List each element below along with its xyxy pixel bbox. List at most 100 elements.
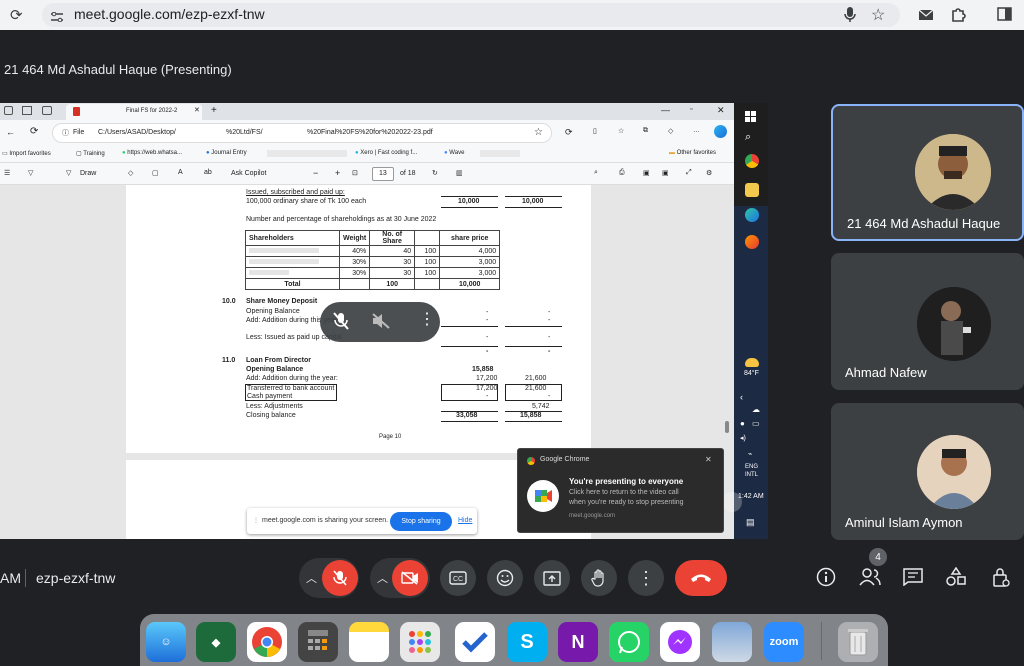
back-icon[interactable]: ← <box>6 127 15 137</box>
windows-start-icon[interactable] <box>745 109 756 127</box>
raise-hand-button[interactable] <box>581 560 617 596</box>
fit-page-icon[interactable]: ⊡ <box>352 169 358 177</box>
bookmark-star-icon[interactable]: ☆ <box>871 5 885 25</box>
camera-toggle-button[interactable] <box>392 560 428 596</box>
zoom-dock-icon[interactable]: zoom <box>764 622 804 662</box>
favorite-item[interactable]: ● Journal Entry <box>206 150 247 156</box>
stop-sharing-button[interactable]: Stop sharing <box>390 512 452 531</box>
taskbar-clock[interactable]: 1:42 AM <box>738 493 764 500</box>
lang-eng[interactable]: ENG <box>745 464 758 470</box>
more-icon[interactable]: … <box>693 127 700 134</box>
taskbar-edge-icon[interactable] <box>745 208 759 222</box>
save-as-icon[interactable]: ▣ <box>662 169 669 177</box>
taskbar-search-icon[interactable]: ⌕ <box>745 131 751 144</box>
zoom-in-button[interactable]: + <box>335 168 340 178</box>
quran-app-icon[interactable]: ◆ <box>196 622 236 662</box>
contents-icon[interactable]: ☰ <box>4 169 10 177</box>
more-options-button[interactable]: ⋮ <box>628 560 664 596</box>
pdf-search-icon[interactable]: ⌕ <box>594 169 598 177</box>
url-text[interactable]: meet.google.com/ezp-ezxf-tnw <box>74 6 265 22</box>
edge-workspaces-icon[interactable] <box>22 106 32 115</box>
activities-icon[interactable] <box>946 566 966 592</box>
collections-icon[interactable]: ⧉ <box>643 127 648 135</box>
chat-icon[interactable] <box>903 568 923 591</box>
meeting-details-icon[interactable] <box>816 567 836 592</box>
save-icon[interactable]: ▣ <box>643 169 650 177</box>
edge-profile-icon[interactable] <box>4 106 13 115</box>
participant-tile[interactable]: 21 464 Md Ashadul Haque <box>831 104 1024 241</box>
todo-icon[interactable] <box>455 622 495 662</box>
tab-close-icon[interactable]: ✕ <box>194 106 200 114</box>
participant-tile[interactable]: Aminul Islam Aymon <box>831 403 1024 540</box>
messenger-icon[interactable] <box>660 622 700 662</box>
two-page-icon[interactable]: ▥ <box>456 169 463 177</box>
network-icon[interactable]: ⌁ <box>748 450 752 458</box>
fullscreen-icon[interactable]: ⤢ <box>686 169 692 177</box>
participant-tile[interactable]: Ahmad Nafew <box>831 253 1024 390</box>
onedrive-icon[interactable]: ☁ <box>752 405 760 414</box>
site-settings-icon[interactable] <box>50 9 64 23</box>
skype-icon[interactable]: S <box>507 622 547 662</box>
mic-toggle-button[interactable] <box>322 560 358 596</box>
volume-icon[interactable]: ◂) <box>740 434 746 442</box>
chrome-dock-icon[interactable] <box>247 622 287 662</box>
taskbar-firefox-icon[interactable] <box>745 235 759 249</box>
tray-chevron-icon[interactable]: ‹ <box>740 392 743 402</box>
finder-icon[interactable]: ☺ <box>146 622 186 662</box>
battery-icon[interactable]: ▭ <box>752 419 760 428</box>
speaker-off-icon[interactable] <box>372 313 390 334</box>
audio-options-chevron-icon[interactable]: ︿ <box>306 570 317 586</box>
page-view-icon[interactable]: ▢ <box>152 169 159 177</box>
draw-label[interactable]: Draw <box>80 170 96 177</box>
zoom-magnifier-icon[interactable] <box>722 492 742 512</box>
filter-icon[interactable]: ▽ <box>28 169 33 177</box>
ask-copilot-button[interactable]: Ask Copilot <box>231 170 266 177</box>
print-icon[interactable]: ⎙ <box>619 169 625 177</box>
people-icon[interactable] <box>859 568 881 591</box>
more-options-icon[interactable]: ⋮ <box>419 311 435 329</box>
edge-tab-title[interactable]: Final FS for 2022-2 <box>126 108 177 114</box>
whatsapp-icon[interactable] <box>609 622 649 662</box>
side-panel-icon[interactable] <box>997 7 1012 26</box>
zoom-out-button[interactable]: − <box>313 168 318 178</box>
eraser-icon[interactable]: ◇ <box>128 169 133 177</box>
favorites-icon[interactable]: ☆ <box>618 127 624 135</box>
notifications-icon[interactable]: ▤ <box>746 517 755 528</box>
other-favorites[interactable]: ▬ Other favorites <box>669 150 716 156</box>
hide-link[interactable]: Hide <box>458 517 472 524</box>
mic-off-icon[interactable] <box>333 312 349 335</box>
host-controls-icon[interactable] <box>991 566 1011 593</box>
share-bar-grip-icon[interactable]: ⋮ <box>253 517 259 524</box>
reload-icon[interactable]: ⟳ <box>10 6 23 24</box>
notification-close-icon[interactable]: ✕ <box>705 455 712 464</box>
weather-temp[interactable]: 84°F <box>744 370 759 377</box>
extensions-icon[interactable] <box>950 6 966 27</box>
mail-icon[interactable] <box>918 8 934 26</box>
translate-icon[interactable]: ab <box>204 169 212 176</box>
leave-call-button[interactable] <box>675 560 727 596</box>
video-options-chevron-icon[interactable]: ︿ <box>377 570 388 586</box>
read-aloud-icon[interactable]: A <box>178 169 183 176</box>
reactions-button[interactable] <box>487 560 523 596</box>
edge-reload-icon[interactable]: ⟳ <box>30 126 38 137</box>
notes-icon[interactable] <box>349 622 389 662</box>
favorite-star-icon[interactable]: ☆ <box>534 127 543 138</box>
trash-icon[interactable] <box>838 622 878 662</box>
maximize-icon[interactable]: ▫ <box>690 106 692 113</box>
favorite-item[interactable]: ▢ Training <box>76 150 105 157</box>
rotate-icon[interactable]: ↻ <box>432 169 438 177</box>
pdf-scrollbar-thumb[interactable] <box>725 421 729 433</box>
split-screen-icon[interactable]: ▯ <box>593 127 597 135</box>
onenote-icon[interactable]: N <box>558 622 598 662</box>
edge-tabs-icon[interactable] <box>42 106 52 115</box>
draw-icon[interactable]: ▽ <box>66 169 71 177</box>
pdf-settings-icon[interactable]: ⚙ <box>706 169 712 177</box>
favorite-item[interactable]: ● https://web.whatsa... <box>122 150 182 156</box>
minimize-icon[interactable]: — <box>661 105 670 115</box>
favorite-item[interactable]: ● Xero | Fast coding f... <box>355 150 417 156</box>
launchpad-icon[interactable] <box>400 622 440 662</box>
lang-intl[interactable]: INTL <box>745 472 758 478</box>
calculator-icon[interactable] <box>298 622 338 662</box>
favorite-item[interactable]: ▭ Import favorites <box>2 150 51 157</box>
weather-icon[interactable] <box>745 358 759 367</box>
